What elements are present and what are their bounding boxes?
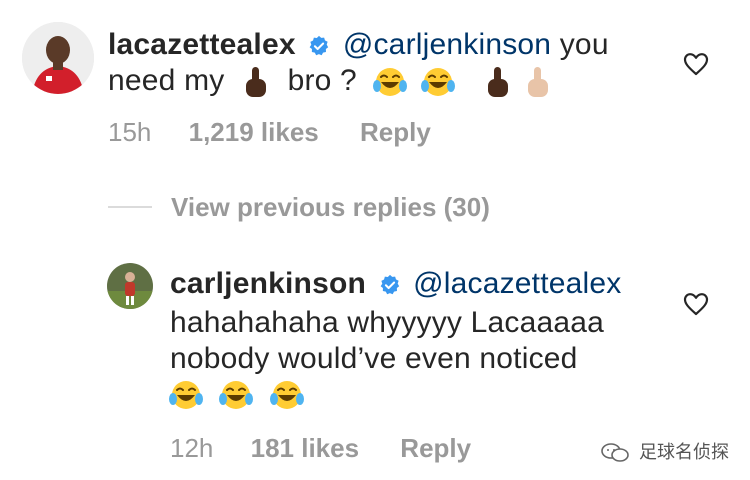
laughing-tears-emoji <box>269 381 304 409</box>
laughing-tears-emoji <box>421 68 456 97</box>
comment2-reply-button[interactable]: Reply <box>400 433 471 463</box>
comment1-likes[interactable]: 1,219 likes <box>189 117 319 147</box>
comment2-mention[interactable]: @lacazettealex <box>413 267 621 300</box>
like-heart-icon[interactable] <box>683 292 709 316</box>
laughing-tears-emoji <box>372 68 407 97</box>
verified-badge-icon <box>380 274 399 295</box>
comment1-text-c: bro ? <box>287 64 357 97</box>
comment1-reply-button[interactable]: Reply <box>360 117 431 147</box>
comment1-mention[interactable]: @carljenkinson <box>343 28 551 61</box>
avatar-lacazettealex[interactable] <box>22 22 94 94</box>
laughing-tears-emoji <box>219 381 254 409</box>
comment2-text-line2: hahahahaha whyyyyy Lacaaaaa <box>170 306 605 339</box>
comment1-text-line2: need my bro ? <box>108 63 553 99</box>
comment2-text-line3: nobody would’ve even noticed <box>170 342 578 375</box>
comment1-text-b: need my <box>108 64 225 97</box>
replies-divider <box>108 206 152 208</box>
comment1-text-a: you <box>559 28 609 61</box>
comment1-text-line1: lacazettealex @carljenkinson you <box>108 27 609 63</box>
comment1-meta: 15h 1,219 likes Reply <box>108 117 431 148</box>
comment2-meta: 12h 181 likes Reply <box>170 433 471 464</box>
comment2-text-line1: carljenkinson @lacazettealex <box>170 266 621 302</box>
comment2-likes[interactable]: 181 likes <box>251 433 359 463</box>
comment1-username[interactable]: lacazettealex <box>108 28 296 61</box>
pointing-finger-emoji <box>246 67 267 98</box>
watermark: 足球名侦探 <box>600 438 729 464</box>
pointing-finger-emoji <box>528 67 549 98</box>
verified-badge-icon <box>309 35 329 56</box>
view-previous-replies-button[interactable]: View previous replies (30) <box>171 192 490 223</box>
pointing-finger-emoji <box>487 67 508 98</box>
comment2-time: 12h <box>170 433 214 463</box>
comment2-username[interactable]: carljenkinson <box>170 267 366 300</box>
like-heart-icon[interactable] <box>683 52 709 76</box>
comment1-time: 15h <box>108 117 152 147</box>
wechat-icon <box>601 443 629 463</box>
avatar-carljenkinson[interactable] <box>107 263 153 309</box>
laughing-tears-emoji <box>169 381 203 409</box>
comment2-emoji-row <box>168 378 305 412</box>
watermark-text: 足球名侦探 <box>639 442 730 462</box>
